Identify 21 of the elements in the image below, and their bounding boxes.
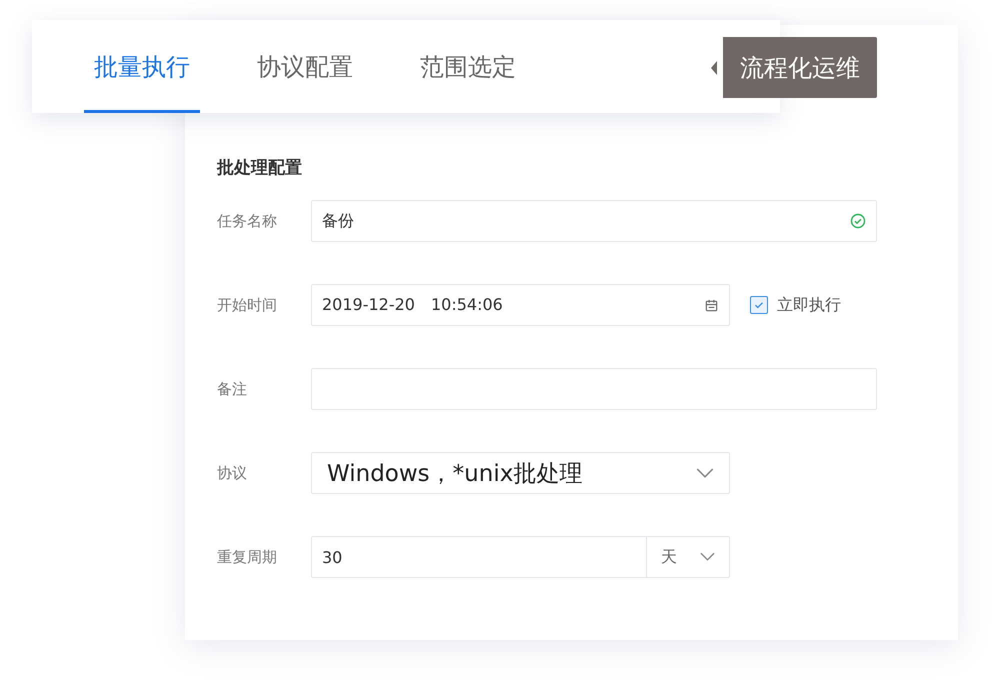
tab[interactable]: 批量执行 xyxy=(84,20,200,113)
field-value: Windows，*unix批处理 xyxy=(326,460,584,488)
select-field[interactable]: Windows，*unix批处理 xyxy=(311,452,730,494)
chevron-down-icon xyxy=(696,468,714,478)
tab[interactable]: 协议配置 xyxy=(247,20,363,113)
tab[interactable]: 范围选定 xyxy=(410,20,526,113)
datetime-field[interactable]: 2019-12-20 10:54:06 xyxy=(311,284,730,326)
field-label: 备注 xyxy=(217,380,248,398)
form-title: 批处理配置 xyxy=(217,157,303,180)
field-value: 2019-12-20 10:54:06 xyxy=(322,294,504,316)
text-field[interactable]: 备份 xyxy=(311,200,877,242)
field-value: 备份 xyxy=(322,210,355,232)
tooltip: 流程化运维 xyxy=(711,37,877,98)
text-field[interactable] xyxy=(311,368,877,410)
field-label: 协议 xyxy=(217,464,248,482)
checkbox[interactable] xyxy=(750,296,768,314)
calendar-icon xyxy=(704,298,719,312)
field-label: 重复周期 xyxy=(217,548,278,566)
field-label: 任务名称 xyxy=(217,212,278,230)
field-label: 开始时间 xyxy=(217,296,278,314)
checkbox-label: 立即执行 xyxy=(777,294,841,316)
